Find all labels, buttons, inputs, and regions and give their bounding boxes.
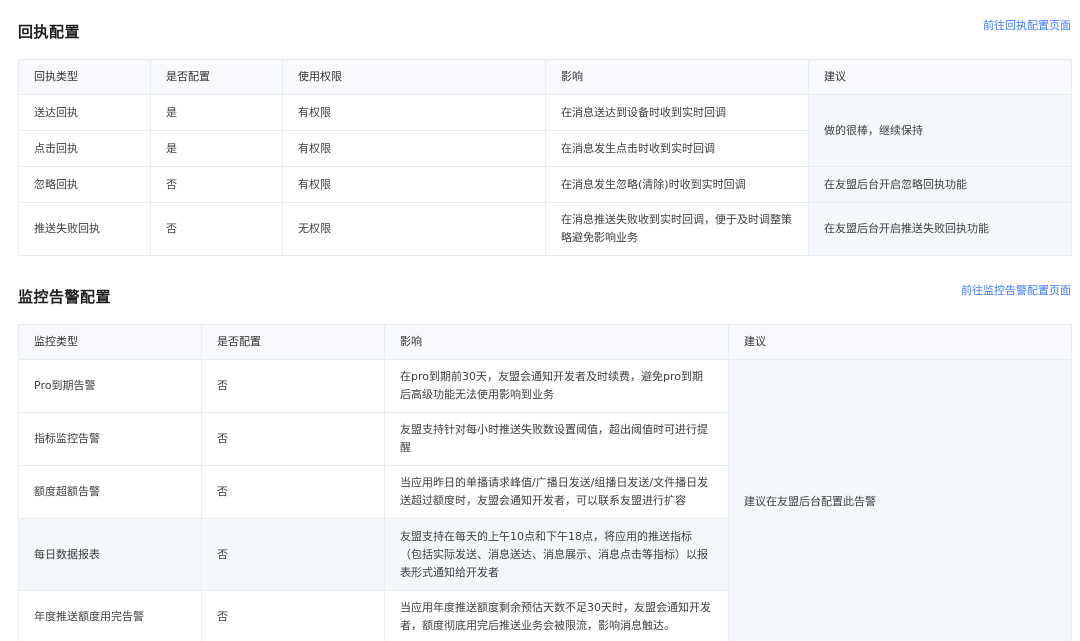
cell-impact: 友盟支持针对每小时推送失败数设置阈值，超出阈值时可进行提醒 — [384, 412, 729, 466]
cell-configured: 是 — [150, 130, 283, 167]
header-suggestion: 建议 — [808, 59, 1072, 95]
cell-type: 指标监控告警 — [18, 412, 202, 466]
cell-impact: 在消息推送失败收到实时回调，便于及时调整策略避免影响业务 — [545, 202, 809, 256]
cell-impact: 在消息送达到设备时收到实时回调 — [545, 94, 809, 131]
cell-configured: 否 — [201, 465, 385, 519]
cell-configured: 否 — [201, 518, 385, 591]
cell-impact: 在消息发生忽略(清除)时收到实时回调 — [545, 166, 809, 203]
cell-configured: 否 — [201, 359, 385, 413]
table-row: 送达回执 是 有权限 在消息送达到设备时收到实时回调 做的很棒，继续保持 — [18, 94, 1072, 167]
cell-suggestion-merged: 建议在友盟后台配置此告警 — [728, 359, 1072, 641]
cell-impact: 当应用年度推送额度剩余预估天数不足30天时，友盟会通知开发者，额度彻底用完后推送… — [384, 590, 729, 641]
cell-configured: 否 — [150, 202, 283, 256]
cell-permission: 无权限 — [282, 202, 546, 256]
header-configured: 是否配置 — [201, 324, 385, 360]
cell-type: 推送失败回执 — [18, 202, 151, 256]
cell-impact: 在pro到期前30天，友盟会通知开发者及时续费，避免pro到期后高级功能无法使用… — [384, 359, 729, 413]
monitor-config-table: 监控类型 是否配置 影响 建议 Pro到期告警 否 在pro到期前30天，友盟会… — [18, 324, 1072, 641]
cell-type: 忽略回执 — [18, 166, 151, 203]
header-impact: 影响 — [384, 324, 729, 360]
receipt-config-title: 回执配置 — [18, 23, 81, 41]
cell-type: 年度推送额度用完告警 — [18, 590, 202, 641]
cell-configured: 是 — [150, 94, 283, 131]
cell-type: 每日数据报表 — [18, 518, 202, 591]
cell-suggestion-merged: 做的很棒，继续保持 — [808, 94, 1072, 167]
cell-impact: 友盟支持在每天的上午10点和下午18点，将应用的推送指标（包括实际发送、消息送达… — [384, 518, 729, 591]
go-receipt-config-link[interactable]: 前往回执配置页面 — [983, 17, 1071, 33]
cell-permission: 有权限 — [282, 94, 546, 131]
cell-configured: 否 — [150, 166, 283, 203]
cell-configured: 否 — [201, 412, 385, 466]
header-configured: 是否配置 — [150, 59, 283, 95]
table-row: 推送失败回执 否 无权限 在消息推送失败收到实时回调，便于及时调整策略避免影响业… — [18, 202, 1072, 256]
cell-type: 点击回执 — [18, 130, 151, 167]
table-row: 忽略回执 否 有权限 在消息发生忽略(清除)时收到实时回调 在友盟后台开启忽略回… — [18, 166, 1072, 203]
cell-configured: 否 — [201, 590, 385, 641]
cell-suggestion: 在友盟后台开启推送失败回执功能 — [808, 202, 1072, 256]
table-header-row: 回执类型 是否配置 使用权限 影响 建议 — [18, 59, 1072, 95]
cell-type: Pro到期告警 — [18, 359, 202, 413]
cell-suggestion: 在友盟后台开启忽略回执功能 — [808, 166, 1072, 203]
header-permission: 使用权限 — [282, 59, 546, 95]
header-suggestion: 建议 — [728, 324, 1072, 360]
cell-permission: 有权限 — [282, 166, 546, 203]
cell-type: 送达回执 — [18, 94, 151, 131]
table-row: Pro到期告警 否 在pro到期前30天，友盟会通知开发者及时续费，避免pro到… — [18, 359, 1072, 641]
cell-permission: 有权限 — [282, 130, 546, 167]
receipt-config-table: 回执类型 是否配置 使用权限 影响 建议 送达回执 是 有权限 在消息送达到设备… — [18, 59, 1072, 256]
header-receipt-type: 回执类型 — [18, 59, 151, 95]
monitor-config-title: 监控告警配置 — [18, 288, 112, 306]
header-monitor-type: 监控类型 — [18, 324, 202, 360]
go-monitor-config-link[interactable]: 前往监控告警配置页面 — [961, 282, 1071, 298]
cell-impact: 当应用昨日的单播请求峰值/广播日发送/组播日发送/文件播日发送超过额度时，友盟会… — [384, 465, 729, 519]
cell-impact: 在消息发生点击时收到实时回调 — [545, 130, 809, 167]
cell-type: 额度超额告警 — [18, 465, 202, 519]
header-impact: 影响 — [545, 59, 809, 95]
table-header-row: 监控类型 是否配置 影响 建议 — [18, 324, 1072, 360]
